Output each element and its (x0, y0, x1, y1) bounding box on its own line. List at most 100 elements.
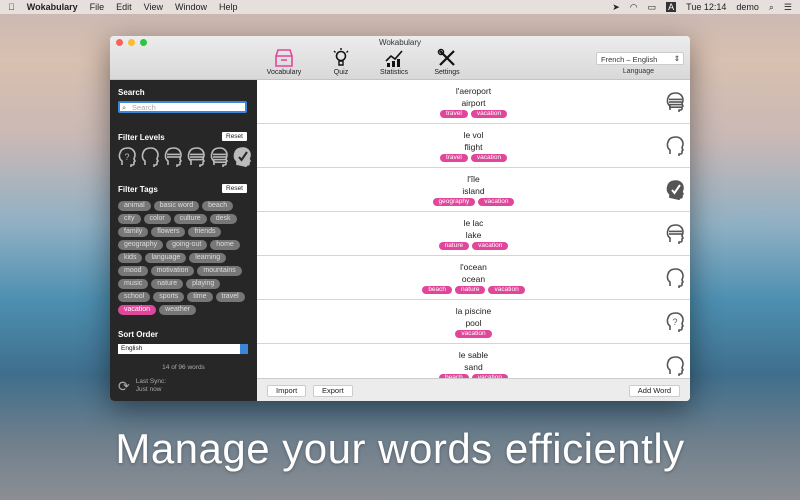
stepper-icon (240, 344, 248, 354)
tag-filter[interactable]: animal (118, 201, 151, 211)
notification-center-icon[interactable]: ☰ (784, 2, 792, 13)
word-list[interactable]: l'aeroport airport travel vacation le vol fli… (257, 80, 690, 378)
reset-tags-button[interactable]: Reset (222, 184, 247, 193)
tag-filter[interactable]: home (210, 240, 240, 250)
tag-filter[interactable]: travel (215, 292, 245, 302)
word-french: le lac (463, 218, 484, 228)
tab-label: Settings (434, 69, 460, 76)
word-tag: vacation (470, 110, 508, 118)
svg-text:?: ? (672, 317, 677, 327)
level-filter-1-icon[interactable] (141, 147, 159, 172)
tag-filter[interactable]: sports (153, 292, 185, 302)
word-row[interactable]: l'ocean ocean beach nature vacation (257, 256, 690, 300)
add-word-button[interactable]: Add Word (628, 385, 680, 397)
tag-filter[interactable]: culture (173, 214, 207, 224)
tab-statistics[interactable]: Statistics (369, 48, 419, 76)
search-label: Search (118, 88, 145, 97)
word-tag: nature (455, 286, 486, 294)
tag-filter[interactable]: family (118, 227, 149, 237)
tag-filter[interactable]: playing (186, 279, 221, 289)
tag-filter[interactable]: color (143, 214, 171, 224)
word-row[interactable]: le sable sand beach vacation (257, 344, 690, 378)
tag-filter[interactable]: mountains (197, 266, 242, 276)
tab-vocabulary[interactable]: Vocabulary (259, 48, 309, 76)
word-english: island (462, 186, 485, 196)
word-tag: geography (432, 198, 476, 206)
lightbulb-icon (333, 48, 349, 66)
tag-filter[interactable]: music (118, 279, 149, 289)
input-source-icon[interactable]: A (666, 2, 677, 12)
tab-settings[interactable]: Settings (422, 48, 472, 76)
tag-filter[interactable]: school (118, 292, 151, 302)
tag-filter[interactable]: geography (118, 240, 164, 250)
tag-filter[interactable]: weather (159, 305, 196, 315)
tag-filter[interactable]: learning (189, 253, 227, 263)
import-button[interactable]: Import (267, 385, 307, 397)
word-row[interactable]: l'aeroport airport travel vacation (257, 80, 690, 124)
word-tag: vacation (488, 286, 525, 294)
word-row[interactable]: le vol flight travel vacation (257, 124, 690, 168)
tag-filter[interactable]: mood (118, 266, 148, 276)
tag-filter[interactable]: time (187, 292, 213, 302)
statistics-chart-icon (385, 50, 403, 67)
location-icon[interactable]: ➤ (612, 2, 620, 13)
tag-filter[interactable]: going-out (166, 240, 208, 250)
word-tag: beach (422, 286, 453, 294)
tag-filter[interactable]: flowers (151, 227, 186, 237)
tag-filter[interactable]: friends (188, 227, 222, 237)
bottom-bar: Import Export Add Word (257, 378, 690, 401)
word-row[interactable]: la piscine pool vacation? (257, 300, 690, 344)
sync-label: Last Sync: (135, 378, 167, 385)
level-filter-0-icon[interactable]: ? (118, 147, 136, 172)
app-window: Wokabulary Vocabulary Quiz Statistics Se… (110, 36, 690, 401)
word-english: flight (464, 142, 483, 152)
tag-filter[interactable]: vacation (118, 305, 157, 315)
word-row[interactable]: l'île island geography vacation (257, 168, 690, 212)
tag-filter[interactable]: desk (209, 214, 237, 224)
menu-app[interactable]: Wokabulary (27, 2, 78, 12)
tag-filter[interactable]: basic word (153, 201, 200, 211)
clock[interactable]: Tue 12:14 (686, 2, 726, 12)
menu-bar:  Wokabulary File Edit View Window Help … (0, 0, 800, 14)
tag-filter[interactable]: nature (151, 279, 184, 289)
level-filter-2-icon[interactable] (164, 147, 182, 172)
tab-quiz[interactable]: Quiz (316, 48, 366, 76)
spotlight-icon[interactable]: ⌕ (769, 2, 774, 13)
word-english: lake (465, 230, 482, 240)
menu-view[interactable]: View (144, 2, 163, 12)
level-filter-4-icon[interactable] (210, 147, 228, 172)
battery-icon[interactable]: ▭ (648, 2, 657, 13)
level-filter-3-icon[interactable] (187, 147, 205, 172)
marketing-caption: Manage your words efficiently (115, 425, 685, 472)
language-select[interactable]: French – English ⇕ (596, 52, 684, 65)
word-row[interactable]: le lac lake nature vacation (257, 212, 690, 256)
sync-status[interactable]: ⟳ Last Sync: Just now (118, 378, 166, 394)
stepper-icon: ⇕ (673, 54, 680, 63)
user-name[interactable]: demo (736, 2, 759, 12)
word-count: 14 of 96 words (162, 364, 205, 371)
word-tag: vacation (472, 242, 509, 250)
word-french: le sable (458, 350, 489, 360)
export-button[interactable]: Export (313, 385, 353, 397)
menu-file[interactable]: File (90, 2, 105, 12)
tab-label: Quiz (333, 69, 349, 76)
tag-filter[interactable]: kids (118, 253, 143, 263)
word-tag: vacation (478, 198, 515, 206)
word-english: sand (464, 362, 483, 372)
menu-window[interactable]: Window (175, 2, 207, 12)
tag-filter[interactable]: beach (202, 201, 234, 211)
sort-order-select[interactable]: English (118, 344, 248, 354)
reset-levels-button[interactable]: Reset (222, 132, 247, 141)
filter-levels-label: Filter Levels (118, 133, 165, 142)
menu-help[interactable]: Help (219, 2, 238, 12)
search-placeholder: Search (132, 103, 156, 112)
word-tag: travel (439, 154, 468, 162)
level-filter-5-icon[interactable] (233, 147, 251, 172)
menu-edit[interactable]: Edit (116, 2, 132, 12)
tag-filter[interactable]: language (145, 253, 187, 263)
apple-icon[interactable]:  (8, 2, 15, 12)
tag-filter[interactable]: motivation (150, 266, 195, 276)
tag-filter[interactable]: city (118, 214, 141, 224)
wifi-icon[interactable]: ◠ (630, 2, 638, 13)
search-input[interactable]: ⌕ Search (118, 101, 247, 113)
